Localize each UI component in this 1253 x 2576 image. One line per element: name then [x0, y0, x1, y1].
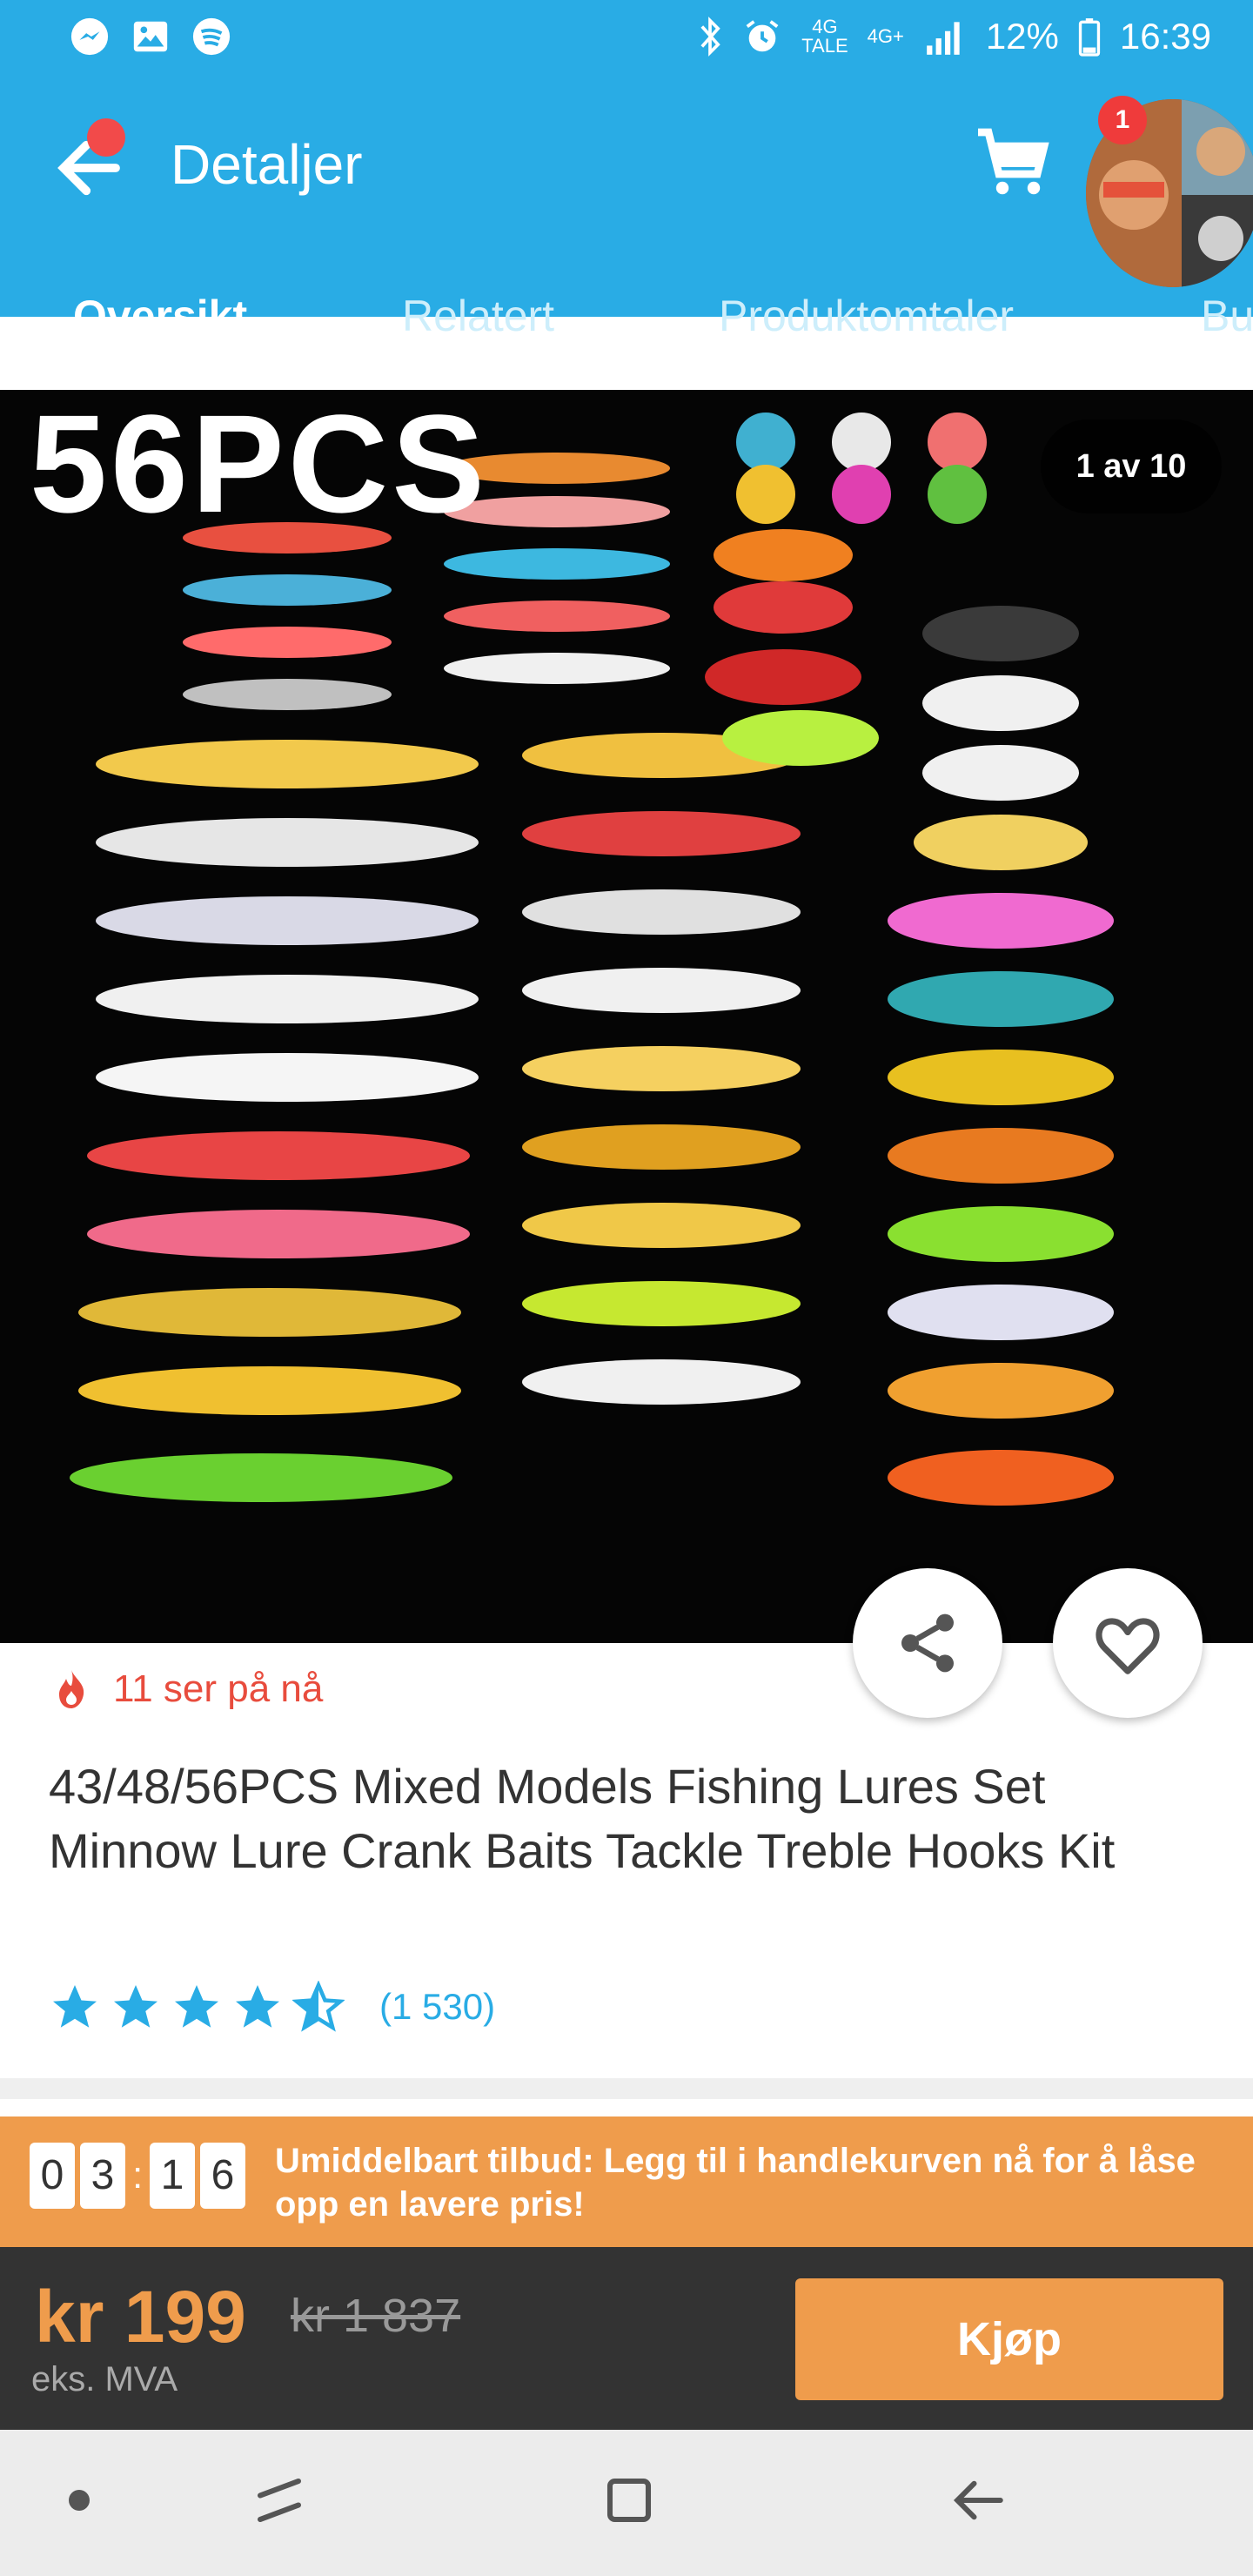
star-icon [114, 1985, 157, 2028]
signal-icon [926, 22, 960, 55]
network-volte: 4G TALE [801, 17, 848, 56]
system-status: 4G TALE 4G+ 12% 16:39 [697, 16, 1211, 57]
product-rating[interactable]: (1 530) [49, 1981, 495, 2033]
bluetooth-icon [700, 17, 720, 57]
vat-note: eks. MVA [31, 2360, 178, 2398]
section-divider [0, 2078, 1253, 2099]
price-bar: kr 199 kr 1 837 eks. MVA Kjøp [0, 2247, 1253, 2430]
review-count[interactable]: (1 530) [379, 1986, 495, 2028]
viewers-text: 11 ser på nå [113, 1667, 324, 1710]
chat-badge: 1 [1098, 96, 1147, 144]
battery-icon [1078, 18, 1101, 57]
timer-digit: 0 [30, 2143, 75, 2209]
favorite-button[interactable] [1053, 1568, 1203, 1718]
product-image-gallery[interactable]: 56PCS 1 av 10 [0, 390, 1253, 1643]
home-icon[interactable] [600, 2470, 658, 2531]
tab-overview[interactable]: Oversikt [73, 291, 247, 341]
star-icon [175, 1985, 218, 2028]
gallery-icon [133, 21, 168, 52]
network-sublabel: TALE [801, 35, 848, 57]
active-tab-indicator [0, 379, 329, 388]
image-counter: 1 av 10 [1041, 419, 1222, 513]
heart-icon [1096, 1618, 1160, 1674]
status-bar: 4G TALE 4G+ 12% 16:39 [0, 0, 1253, 73]
notification-dot [87, 118, 125, 157]
clock: 16:39 [1119, 16, 1211, 57]
battery-percent: 12% [985, 16, 1059, 57]
share-button[interactable] [853, 1568, 1002, 1718]
star-icon [236, 1985, 279, 2028]
share-icon [901, 1613, 954, 1673]
instant-offer-banner[interactable]: 0 3 : 1 6 Umiddelbart tilbud: Legg til i… [0, 2116, 1253, 2247]
spotify-icon [192, 17, 231, 56]
timer-separator: : [132, 2154, 144, 2197]
timer-digit: 3 [80, 2143, 125, 2209]
offer-text: Umiddelbart tilbud: Legg til i handlekur… [275, 2142, 1196, 2224]
buy-button[interactable]: Kjøp [795, 2278, 1223, 2400]
messenger-icon [70, 17, 109, 56]
cart-icon[interactable] [971, 122, 1055, 205]
product-title: 43/48/56PCS Mixed Models Fishing Lures S… [49, 1759, 1116, 1878]
page-title: Detaljer [171, 133, 363, 196]
flame-icon [59, 1670, 84, 1708]
tab-reviews[interactable]: Produktomtaler [719, 291, 1014, 341]
alarm-icon [746, 20, 779, 52]
back-nav-icon[interactable] [950, 2470, 1008, 2531]
tab-more[interactable]: Bu [1201, 291, 1253, 341]
product-photo [0, 390, 1253, 1643]
image-overlay-text: 56PCS [30, 390, 488, 541]
current-price: kr 199 [35, 2276, 246, 2358]
star-icon [53, 1985, 97, 2028]
star-half-icon [292, 1981, 345, 2032]
tab-related[interactable]: Relatert [402, 291, 554, 341]
recent-apps-icon[interactable] [251, 2470, 308, 2531]
live-viewers: 11 ser på nå [54, 1667, 323, 1711]
system-nav-bar [0, 2430, 1253, 2576]
dot-icon[interactable] [66, 2487, 92, 2513]
timer-digit: 6 [200, 2143, 245, 2209]
original-price: kr 1 837 [291, 2290, 461, 2342]
notification-icons [70, 17, 231, 57]
network-label: 4G [812, 16, 838, 37]
app-bar: Detaljer 1 [0, 73, 1253, 317]
network-4g-plus: 4G+ [867, 25, 904, 47]
timer-digit: 1 [150, 2143, 195, 2209]
